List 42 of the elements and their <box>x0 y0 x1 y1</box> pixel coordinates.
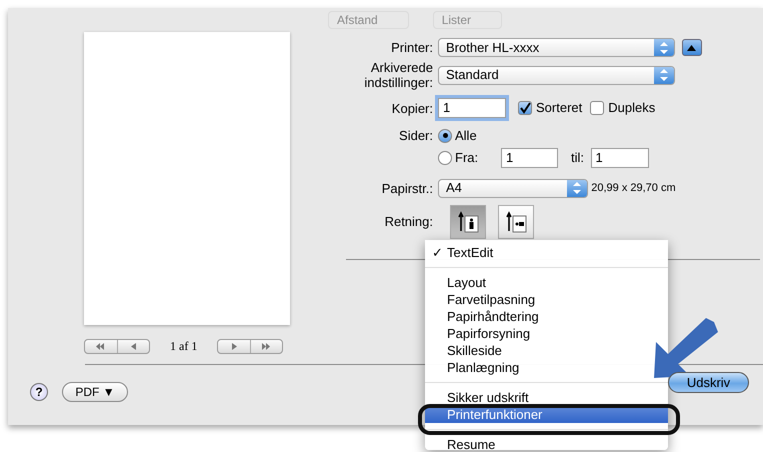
landscape-page-icon <box>505 210 527 232</box>
menu-item[interactable]: Resume <box>425 436 668 452</box>
duplex-checkbox[interactable]: Dupleks <box>590 98 656 118</box>
presets-select[interactable]: Standard <box>438 66 675 84</box>
page-back-buttons[interactable] <box>84 338 150 354</box>
field-label: Printer: <box>390 40 434 55</box>
pdf-button[interactable]: PDF ▼ <box>62 382 128 402</box>
collapse-button[interactable] <box>682 39 702 56</box>
paper-dimensions: 20,99 x 29,70 cm <box>591 180 676 196</box>
copies-field[interactable]: 1 <box>438 98 506 118</box>
stepper-icon <box>654 39 674 56</box>
field-label: til: <box>571 148 584 167</box>
field-label: Sider: <box>398 128 434 144</box>
paper-size-select[interactable]: A4 <box>438 178 588 198</box>
check-mark: ✓ <box>432 244 444 261</box>
menu-item[interactable]: Farvetilpasning <box>425 291 668 308</box>
field-label: Kopier: <box>390 100 434 116</box>
help-button[interactable]: ? <box>30 383 48 401</box>
portrait-page-icon <box>457 210 479 232</box>
page-forward-buttons[interactable] <box>217 338 284 354</box>
pages-radio[interactable]: Alle <box>438 126 477 146</box>
sorted-checkbox[interactable]: Sorteret <box>518 98 582 118</box>
triangle-up-icon <box>687 44 696 50</box>
to-field[interactable]: 1 <box>590 148 648 168</box>
menu-item[interactable]: Layout <box>425 274 668 291</box>
menu-item[interactable]: Sikker udskrift <box>425 389 668 406</box>
portrait-button[interactable] <box>450 204 486 238</box>
field-label: Arkiverede indstillinger: <box>363 60 434 90</box>
landscape-button[interactable] <box>498 204 534 238</box>
print-button[interactable]: Udskriv <box>668 372 749 393</box>
menu-item[interactable]: Papirforsyning <box>425 325 668 342</box>
stepper-icon <box>567 180 587 196</box>
from-field[interactable]: 1 <box>501 148 558 168</box>
pages-radio[interactable]: Fra: <box>438 148 501 168</box>
page-counter: 1 af 1 <box>170 338 198 355</box>
menu-item[interactable]: ✓ TextEdit <box>425 244 668 261</box>
field-label: Retning: <box>384 214 434 229</box>
field-label: Papirstr.: <box>380 180 434 196</box>
menu-item[interactable]: Skilleside <box>425 342 668 359</box>
menu-item[interactable]: Papirhåndtering <box>425 308 668 325</box>
printer-select[interactable]: Brother HL-xxxx <box>438 38 675 57</box>
stepper-icon <box>654 66 674 84</box>
